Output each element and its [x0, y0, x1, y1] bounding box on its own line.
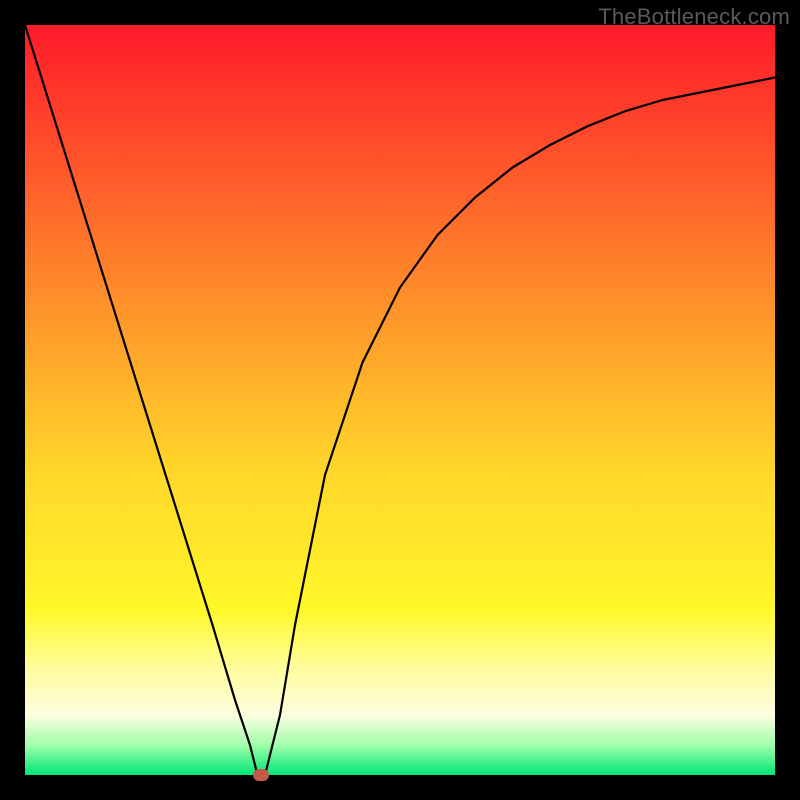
watermark-text: TheBottleneck.com — [598, 4, 790, 30]
plot-area — [25, 25, 775, 775]
chart-container: TheBottleneck.com — [0, 0, 800, 800]
marker-dot — [253, 769, 269, 781]
bottleneck-curve — [25, 25, 775, 775]
curve-svg — [25, 25, 775, 775]
